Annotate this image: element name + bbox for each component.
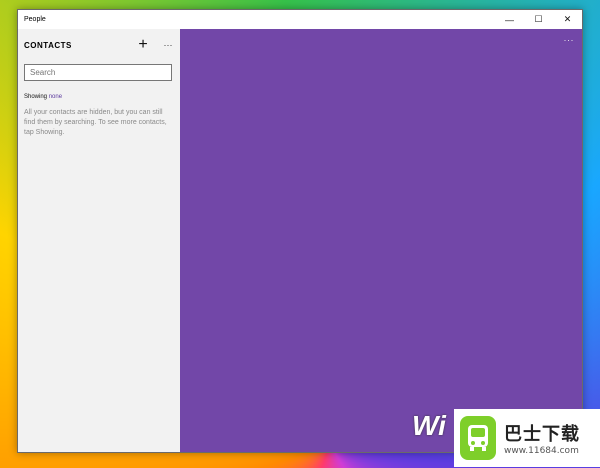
contacts-header: CONTACTS + ···: [24, 37, 174, 53]
watermark-url: www.11684.com: [504, 446, 579, 456]
minimize-button[interactable]: —: [495, 10, 524, 29]
watermark: Wi 巴士下载 www.11684.com: [412, 408, 600, 468]
app-title: People: [24, 16, 46, 23]
add-contact-button[interactable]: +: [134, 37, 152, 53]
bus-logo-icon: [460, 416, 496, 460]
watermark-brand: 巴士下载: [504, 424, 580, 445]
showing-filter[interactable]: Showing none: [24, 94, 62, 100]
hidden-contacts-hint: All your contacts are hidden, but you ca…: [24, 109, 167, 136]
people-app-window: People — ☐ ✕ CONTACTS + ··· Showing none…: [17, 9, 583, 453]
search-input[interactable]: [24, 64, 172, 81]
watermark-logo: 巴士下载 www.11684.com: [454, 409, 600, 467]
close-button[interactable]: ✕: [553, 10, 582, 29]
contact-detail-pane: ···: [180, 29, 582, 452]
title-bar[interactable]: People — ☐ ✕: [18, 10, 582, 29]
contacts-title: CONTACTS: [24, 40, 72, 50]
more-options-button[interactable]: ···: [162, 39, 174, 51]
contacts-sidebar: CONTACTS + ··· Showing none All your con…: [18, 29, 180, 452]
pane-more-options-button[interactable]: ···: [564, 35, 575, 45]
showing-label: Showing: [24, 94, 48, 100]
maximize-button[interactable]: ☐: [524, 10, 553, 29]
showing-value[interactable]: none: [49, 94, 62, 100]
watermark-letters: Wi: [412, 410, 446, 441]
